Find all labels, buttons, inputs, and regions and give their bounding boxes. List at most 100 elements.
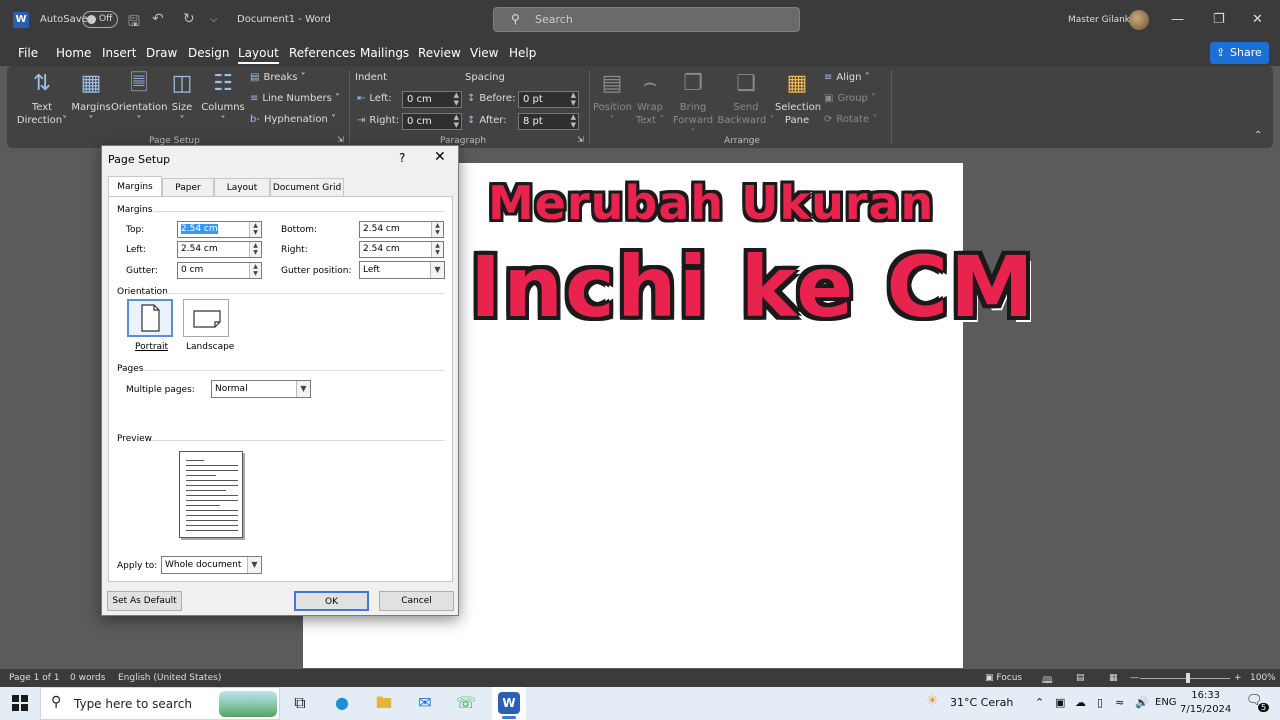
spin-arrows-icon[interactable]: ▲ ▼ xyxy=(454,113,459,129)
help-icon[interactable]: ? xyxy=(399,151,405,165)
tab-insert[interactable]: Insert xyxy=(102,46,136,60)
tab-margins[interactable]: Margins xyxy=(108,176,162,197)
zoom-level[interactable]: 100% xyxy=(1250,673,1276,683)
spin-arrows-icon[interactable]: ▲ ▼ xyxy=(249,242,261,257)
page-count[interactable]: Page 1 of 1 xyxy=(9,673,60,683)
page-setup-launcher-icon[interactable]: ⇲ xyxy=(337,135,344,144)
align-button[interactable]: ≡ Align ˅ xyxy=(824,72,870,83)
clock[interactable]: 16:33 7/15/2024 xyxy=(1180,689,1231,717)
share-button[interactable]: ⇪ Share xyxy=(1210,42,1269,64)
tab-design[interactable]: Design xyxy=(188,46,229,60)
tab-review[interactable]: Review xyxy=(418,46,461,60)
size-button[interactable]: ◫ Size ˅ xyxy=(169,70,195,127)
spin-arrows-icon[interactable]: ▲ ▼ xyxy=(249,222,261,237)
volume-icon[interactable]: 🔊 xyxy=(1135,696,1149,709)
wifi-icon[interactable]: ≈ xyxy=(1115,696,1124,709)
user-name[interactable]: Master Gilank xyxy=(1068,15,1130,25)
zoom-in-icon[interactable]: + xyxy=(1234,673,1242,683)
whatsapp-icon[interactable]: ☏ xyxy=(455,692,477,714)
top-margin-input[interactable]: 2.54 cm ▲ ▼ xyxy=(177,221,262,238)
customize-quick-access-icon[interactable]: ⌵ xyxy=(210,14,218,25)
collapse-ribbon-icon[interactable]: ⌃ xyxy=(1254,130,1262,141)
multiple-pages-select[interactable]: Normal ▼ xyxy=(211,380,311,398)
weather-text[interactable]: 31°C Cerah xyxy=(950,696,1013,709)
windows-start-icon[interactable] xyxy=(12,695,28,711)
columns-button[interactable]: ☷ Columns ˅ xyxy=(201,70,245,127)
task-view-icon[interactable]: ⧉ xyxy=(289,692,311,714)
mail-icon[interactable]: ✉ xyxy=(414,692,436,714)
left-margin-input[interactable]: 2.54 cm ▲ ▼ xyxy=(177,241,262,258)
apply-to-select[interactable]: Whole document ▼ xyxy=(161,556,262,574)
spin-arrows-icon[interactable]: ▲ ▼ xyxy=(249,263,261,278)
cloud-icon[interactable]: ☁ xyxy=(1075,696,1086,709)
input-language[interactable]: ENG xyxy=(1155,697,1177,708)
redo-icon[interactable]: ↻ xyxy=(183,11,195,27)
cancel-button[interactable]: Cancel xyxy=(379,591,454,611)
tab-mailings[interactable]: Mailings xyxy=(360,46,409,60)
print-layout-icon[interactable]: ▤ xyxy=(1076,673,1085,683)
margins-button[interactable]: ▦ Margins ˅ xyxy=(71,70,111,127)
save-icon[interactable]: 🖫 xyxy=(128,11,140,35)
avatar[interactable] xyxy=(1129,10,1149,30)
undo-icon[interactable]: ↶ xyxy=(152,11,164,27)
search-box[interactable]: ⚲ Search xyxy=(493,7,800,32)
position-button[interactable]: ▤ Position ˅ xyxy=(593,70,632,127)
gutter-input[interactable]: 0 cm ▲ ▼ xyxy=(177,262,262,279)
tab-layout[interactable]: Layout xyxy=(238,46,279,64)
file-explorer-icon[interactable]: 🖿 xyxy=(373,692,395,714)
spin-arrows-icon[interactable]: ▲ ▼ xyxy=(571,113,576,129)
dialog-close-icon[interactable]: ✕ xyxy=(434,149,446,165)
wrap-text-button[interactable]: ⌢ Wrap Text ˅ xyxy=(633,70,667,127)
spacing-after-input[interactable]: 8 pt ▲ ▼ xyxy=(518,113,579,130)
rotate-button[interactable]: ⟳ Rotate ˅ xyxy=(824,114,877,125)
bottom-margin-input[interactable]: 2.54 cm ▲ ▼ xyxy=(359,221,444,238)
spin-arrows-icon[interactable]: ▲ ▼ xyxy=(431,222,443,237)
web-layout-icon[interactable]: ▦ xyxy=(1109,673,1118,683)
word-count[interactable]: 0 words xyxy=(70,673,105,683)
tab-help[interactable]: Help xyxy=(509,46,536,60)
weather-icon[interactable]: ☀ xyxy=(926,693,939,709)
hyphenation-button[interactable]: b‐ Hyphenation ˅ xyxy=(250,114,336,125)
tab-references[interactable]: References xyxy=(289,46,356,60)
orientation-button[interactable]: 🗏 Orientation ˅ xyxy=(111,70,167,127)
selection-pane-button[interactable]: ▦ Selection Pane xyxy=(775,70,821,127)
tab-draw[interactable]: Draw xyxy=(146,46,177,60)
zoom-out-icon[interactable]: — xyxy=(1130,673,1139,683)
tab-document-grid[interactable]: Document Grid xyxy=(270,178,344,196)
tab-file[interactable]: File xyxy=(18,46,38,60)
tab-home[interactable]: Home xyxy=(56,46,91,60)
zoom-slider[interactable] xyxy=(1140,678,1230,679)
focus-button[interactable]: ▣ Focus xyxy=(985,673,1022,683)
portrait-option[interactable] xyxy=(127,299,173,337)
gutter-position-select[interactable]: Left ▼ xyxy=(359,261,445,279)
word-taskbar-button[interactable]: W xyxy=(492,687,526,720)
spin-arrows-icon[interactable]: ▲ ▼ xyxy=(454,91,459,107)
send-backward-button[interactable]: ❏ Send Backward ˅ xyxy=(717,70,775,127)
spacing-before-input[interactable]: 0 pt ▲ ▼ xyxy=(518,91,579,108)
right-margin-input[interactable]: 2.54 cm ▲ ▼ xyxy=(359,241,444,258)
line-numbers-button[interactable]: ≡ Line Numbers ˅ xyxy=(250,93,340,104)
landscape-option[interactable] xyxy=(183,299,229,337)
chevron-up-icon[interactable]: ⌃ xyxy=(1035,696,1044,709)
ok-button[interactable]: OK xyxy=(294,591,369,611)
spin-arrows-icon[interactable]: ▲ ▼ xyxy=(571,91,576,107)
breaks-button[interactable]: ▤ Breaks ˅ xyxy=(250,72,306,83)
battery-icon[interactable]: ▯ xyxy=(1097,696,1103,709)
minimize-icon[interactable]: — xyxy=(1171,12,1184,27)
tab-paper[interactable]: Paper xyxy=(162,178,214,196)
tab-dialog-layout[interactable]: Layout xyxy=(214,178,270,196)
paragraph-launcher-icon[interactable]: ⇲ xyxy=(577,135,584,144)
bring-forward-button[interactable]: ❐ Bring Forward ˅ xyxy=(671,70,715,140)
group-button[interactable]: ▣ Group ˅ xyxy=(824,93,876,104)
restore-icon[interactable]: ❐ xyxy=(1213,12,1225,27)
text-direction-button[interactable]: ⇅ Text Direction˅ xyxy=(15,70,69,127)
tab-view[interactable]: View xyxy=(470,46,498,60)
indent-left-input[interactable]: 0 cm ▲ ▼ xyxy=(402,91,462,108)
edge-icon[interactable]: ● xyxy=(331,692,353,714)
close-icon[interactable]: ✕ xyxy=(1252,12,1263,27)
word-app-icon[interactable]: W xyxy=(13,12,29,28)
tray-app-icon[interactable]: ▣ xyxy=(1055,696,1065,709)
taskbar-search[interactable]: ⚲ Type here to search xyxy=(40,687,280,720)
zoom-slider-thumb[interactable] xyxy=(1186,673,1190,683)
set-as-default-button[interactable]: Set As Default xyxy=(107,591,182,611)
